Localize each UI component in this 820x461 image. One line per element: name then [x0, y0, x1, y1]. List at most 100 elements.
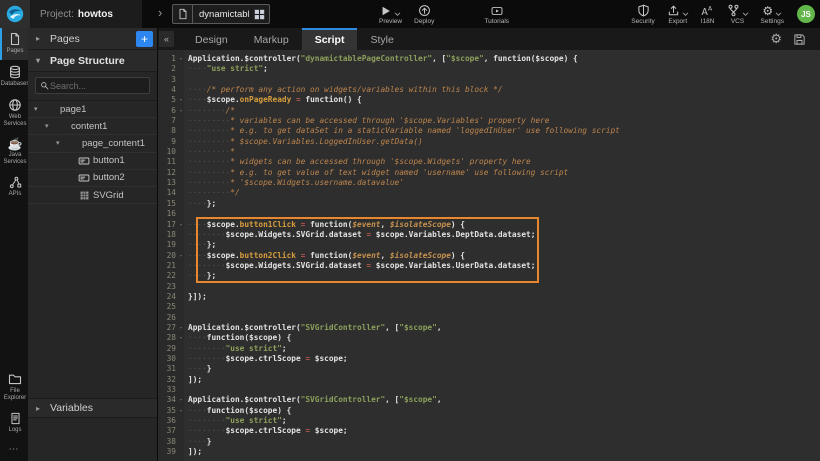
- fold-marker-icon[interactable]: -: [176, 395, 186, 405]
- pages-section-header[interactable]: ▸ Pages +: [28, 28, 157, 50]
- fold-marker-icon[interactable]: -: [176, 323, 186, 333]
- line-number: 15: [158, 199, 176, 209]
- i18n-button[interactable]: AAI18N: [695, 0, 721, 28]
- top-bar: Project: howtos › dynamictable PreviewDe…: [0, 0, 820, 28]
- fold-marker-icon[interactable]: -: [176, 220, 186, 230]
- line-number: 37: [158, 426, 176, 436]
- page-icon: [173, 5, 193, 23]
- fold-spacer: [176, 126, 186, 136]
- vcs-button[interactable]: VCS: [721, 0, 755, 28]
- tree-item-page1[interactable]: ▾ page1: [28, 101, 157, 118]
- line-number: 24: [158, 292, 176, 302]
- script-settings-gear-icon[interactable]: ⚙: [770, 31, 782, 47]
- fold-marker-icon[interactable]: -: [176, 251, 186, 261]
- page-selector-value: dynamictable: [193, 9, 249, 20]
- deploy-button[interactable]: Deploy: [408, 0, 440, 28]
- collapse-panel-button[interactable]: «: [159, 31, 174, 47]
- fold-marker-icon[interactable]: -: [176, 95, 186, 105]
- code-line: 13·········* '$scope.Widgets.username.da…: [158, 178, 820, 188]
- line-number: 18: [158, 230, 176, 240]
- caret-down-icon[interactable]: ▾: [56, 139, 66, 147]
- topbar-actions-left: PreviewDeploy Tutorials: [373, 0, 515, 28]
- tab-markup[interactable]: Markup: [241, 28, 302, 50]
- tree-item-content1[interactable]: ▾ content1: [28, 118, 157, 135]
- sidebar-item-java-services[interactable]: ☕Java Services: [0, 134, 28, 171]
- line-number: 28: [158, 333, 176, 343]
- fold-marker-icon[interactable]: -: [176, 106, 186, 116]
- caret-down-icon[interactable]: ▾: [45, 122, 55, 130]
- caret-right-icon: ▸: [36, 34, 44, 43]
- export-icon: [667, 4, 680, 17]
- fold-spacer: [176, 178, 186, 188]
- line-number: 20: [158, 251, 176, 261]
- line-number: 8: [158, 126, 176, 136]
- settings-button[interactable]: ⚙Settings: [755, 0, 791, 28]
- code-line: 33: [158, 385, 820, 395]
- button-icon: [78, 155, 90, 167]
- sidebar-item-file-explorer[interactable]: File Explorer: [0, 368, 28, 407]
- fold-marker-icon[interactable]: -: [176, 333, 186, 343]
- code-line: 31····}: [158, 364, 820, 374]
- tree-item-button1[interactable]: button1: [28, 153, 157, 170]
- chevron-down-icon: [775, 12, 782, 17]
- add-page-button[interactable]: +: [136, 31, 153, 47]
- fold-spacer: [176, 302, 186, 312]
- tree-item-button2[interactable]: button2: [28, 170, 157, 187]
- pages-panel: ▸ Pages + ▾ Page Structure ▾ page1 ▾ conten…: [28, 28, 158, 461]
- editor-tab-bar: « DesignMarkupScriptStyle ⚙: [158, 28, 820, 50]
- fold-spacer: [176, 313, 186, 323]
- line-number: 39: [158, 447, 176, 457]
- sidebar-item-pages[interactable]: Pages: [0, 28, 28, 60]
- export-button[interactable]: Export: [661, 0, 695, 28]
- code-line: 32]);: [158, 375, 820, 385]
- preview-button[interactable]: Preview: [373, 0, 408, 28]
- sidebar-item-apis[interactable]: APIs: [0, 172, 28, 203]
- code-line: 23: [158, 282, 820, 292]
- tree-item-label: content1: [71, 121, 107, 132]
- save-icon[interactable]: [793, 33, 806, 46]
- sidebar-item-databases[interactable]: Databases: [0, 61, 28, 93]
- tab-style[interactable]: Style: [357, 28, 406, 50]
- sidebar-item-web-services[interactable]: Web Services: [0, 94, 28, 133]
- page-icon: [177, 8, 189, 20]
- variables-section-header[interactable]: ▸ Variables: [28, 398, 157, 418]
- line-number: 36: [158, 416, 176, 426]
- code-line: 20-····$scope.button2Click = function($e…: [158, 251, 820, 261]
- tutorials-icon: [490, 5, 504, 17]
- more-icon[interactable]: ⋯: [0, 440, 28, 461]
- security-button[interactable]: Security: [625, 0, 660, 28]
- fold-spacer: [176, 116, 186, 126]
- fold-marker-icon[interactable]: -: [176, 406, 186, 416]
- fold-spacer: [176, 85, 186, 95]
- code-line: 38····}: [158, 437, 820, 447]
- topbar-actions-right: SecurityExportAAI18NVCS⚙Settings: [625, 0, 790, 28]
- gear-icon: ⚙: [762, 5, 773, 17]
- chevron-right-icon: ›: [158, 5, 162, 20]
- page-selector-dropdown[interactable]: dynamictable: [172, 4, 270, 24]
- tree-item-page_content1[interactable]: ▾page_content1: [28, 135, 157, 152]
- code-line: 6-········/*: [158, 106, 820, 116]
- caret-down-icon[interactable]: ▾: [34, 105, 44, 113]
- page-structure-header[interactable]: ▾ Page Structure: [28, 50, 157, 72]
- tree-item-SVGrid[interactable]: SVGrid: [28, 187, 157, 204]
- tab-design[interactable]: Design: [182, 28, 241, 50]
- tab-script[interactable]: Script: [302, 28, 358, 50]
- line-number: 31: [158, 364, 176, 374]
- wavemaker-logo[interactable]: [0, 0, 30, 28]
- line-number: 30: [158, 354, 176, 364]
- code-line: 8·········* e.g. to get dataSet in a sta…: [158, 126, 820, 136]
- code-line: 1-Application.$controller("dynamictableP…: [158, 54, 820, 64]
- sidebar-item-logs[interactable]: Logs: [0, 408, 28, 439]
- code-line: 14·········*/: [158, 188, 820, 198]
- grid-icon: [79, 190, 90, 201]
- line-number: 6: [158, 106, 176, 116]
- search-input[interactable]: [50, 81, 145, 91]
- line-number: 5: [158, 95, 176, 105]
- file-explorer-icon: [8, 372, 22, 386]
- tree-item-label: page1: [60, 104, 86, 115]
- fold-marker-icon[interactable]: -: [176, 54, 186, 64]
- line-number: 34: [158, 395, 176, 405]
- code-editor[interactable]: 1-Application.$controller("dynamictableP…: [158, 50, 820, 461]
- tutorials-button[interactable]: Tutorials: [478, 0, 515, 28]
- user-avatar[interactable]: JS: [797, 5, 815, 23]
